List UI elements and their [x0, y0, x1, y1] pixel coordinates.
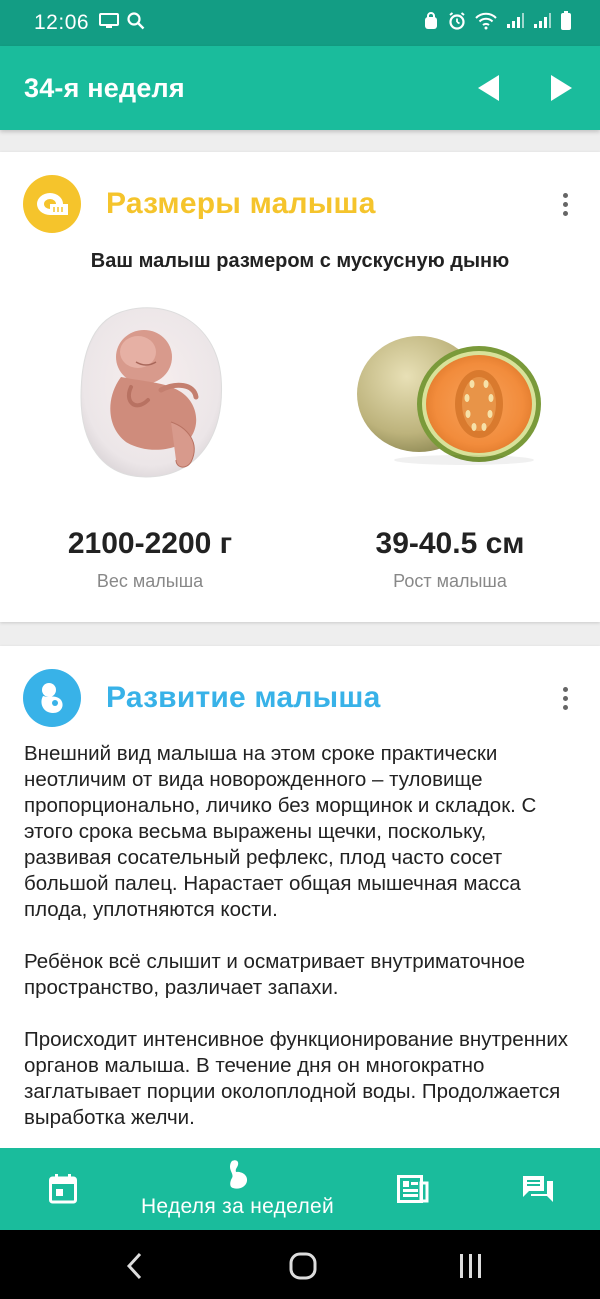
articles-icon	[396, 1175, 428, 1203]
status-bar: 12:06	[0, 0, 600, 46]
back-chevron-icon	[126, 1252, 142, 1280]
search-icon	[127, 11, 145, 35]
baby-size-card: Размеры малыша Ваш малыш размером с муск…	[0, 152, 600, 622]
screen-cast-icon	[99, 12, 120, 34]
baby-development-header: Развитие малыша	[23, 668, 580, 728]
nav-chat[interactable]	[512, 1148, 564, 1230]
baby-size-header: Размеры малыша	[23, 174, 580, 234]
home-circle-icon	[289, 1252, 317, 1280]
fetus-icon	[23, 669, 81, 727]
wifi-icon	[475, 12, 497, 35]
nav-articles[interactable]	[385, 1148, 440, 1230]
alarm-icon	[448, 11, 466, 35]
development-paragraph: Происходит интенсивное функционирование …	[24, 1028, 569, 1129]
development-text: Внешний вид малыша на этом сроке практич…	[24, 741, 579, 1156]
arrow-right-icon	[551, 75, 572, 101]
system-home-button[interactable]	[283, 1246, 323, 1286]
baby-size-title: Размеры малыша	[106, 187, 376, 220]
weight-label: Вес малыша	[96, 571, 204, 591]
signal-icon-2	[533, 12, 551, 34]
alarm-lock-icon	[423, 11, 439, 35]
calendar-icon	[49, 1174, 77, 1204]
height-stat: 39-40.5 см Рост малыша	[300, 527, 600, 592]
nav-week-by-week[interactable]: Неделя за неделей	[130, 1148, 345, 1230]
system-recents-button[interactable]	[451, 1246, 491, 1286]
pregnant-woman-icon	[229, 1160, 247, 1189]
more-options-button[interactable]	[550, 184, 580, 224]
weight-value: 2100-2200 г	[67, 527, 233, 560]
measuring-tape-icon	[23, 175, 81, 233]
system-navigation-bar	[0, 1230, 600, 1299]
height-label: Рост малыша	[393, 571, 507, 591]
fetus-illustration	[76, 302, 226, 482]
development-paragraph: Ребёнок всё слышит и осматривает внутрим…	[24, 950, 526, 999]
battery-icon	[560, 10, 572, 36]
size-comparison-text: Ваш малыш размером с мускусную дыню	[90, 250, 510, 272]
melon-illustration	[354, 332, 544, 467]
arrow-left-icon	[478, 75, 499, 101]
weight-stat: 2100-2200 г Вес малыша	[0, 527, 300, 592]
system-back-button[interactable]	[115, 1246, 155, 1286]
nav-calendar[interactable]	[38, 1148, 88, 1230]
height-value: 39-40.5 см	[375, 527, 525, 560]
chat-icon	[523, 1176, 553, 1202]
baby-development-title: Развитие малыша	[106, 681, 381, 714]
development-paragraph: Внешний вид малыша на этом сроке практич…	[24, 742, 537, 921]
app-bar: 34-я неделя	[0, 46, 600, 130]
signal-icon	[506, 12, 524, 34]
next-week-button[interactable]	[544, 71, 578, 105]
previous-week-button[interactable]	[472, 71, 506, 105]
baby-development-card: Развитие малыша Внешний вид малыша на эт…	[0, 646, 600, 1156]
status-time: 12:06	[34, 11, 90, 34]
nav-week-by-week-label: Неделя за неделей	[140, 1195, 335, 1218]
page-title: 34-я неделя	[24, 72, 185, 103]
bottom-navigation: Неделя за неделей	[0, 1148, 600, 1230]
more-options-button[interactable]	[550, 678, 580, 718]
recents-icon	[460, 1254, 481, 1278]
